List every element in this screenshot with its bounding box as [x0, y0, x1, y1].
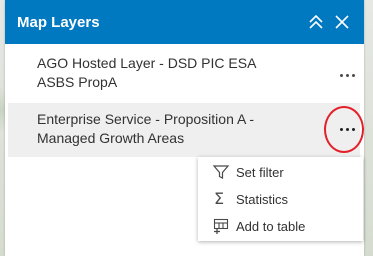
panel-header: Map Layers	[5, 0, 364, 44]
layer-label: Enterprise Service - Proposition A - Man…	[37, 110, 254, 148]
menu-item-add-to-table[interactable]: Add to table	[198, 213, 363, 240]
layer-label-line: ASBS PropA	[37, 74, 118, 90]
add-table-icon	[213, 218, 229, 234]
layer-label-line: Managed Growth Areas	[37, 130, 185, 146]
more-options-icon[interactable]	[336, 64, 358, 86]
filter-icon	[212, 165, 230, 179]
sigma-icon: Σ	[214, 189, 225, 208]
menu-item-label: Statistics	[236, 192, 289, 207]
more-options-icon[interactable]	[336, 118, 358, 140]
layer-label: AGO Hosted Layer - DSD PIC ESA ASBS Prop…	[37, 54, 256, 92]
close-icon[interactable]	[333, 13, 351, 31]
menu-item-set-filter[interactable]: Set filter	[198, 159, 363, 186]
layer-options-menu: Set filter Σ Statistics Add to table	[198, 157, 363, 241]
layer-item-selected[interactable]: Enterprise Service - Proposition A - Man…	[8, 103, 360, 157]
panel-title: Map Layers	[17, 14, 100, 31]
layer-label-line: Enterprise Service - Proposition A -	[37, 111, 255, 127]
chevrons-up-icon[interactable]	[307, 13, 325, 31]
menu-item-label: Add to table	[236, 219, 306, 234]
menu-item-statistics[interactable]: Σ Statistics	[198, 186, 363, 213]
layer-label-line: AGO Hosted Layer - DSD PIC ESA	[37, 55, 257, 71]
layer-item[interactable]: AGO Hosted Layer - DSD PIC ESA ASBS Prop…	[8, 46, 360, 98]
menu-item-label: Set filter	[236, 165, 284, 180]
